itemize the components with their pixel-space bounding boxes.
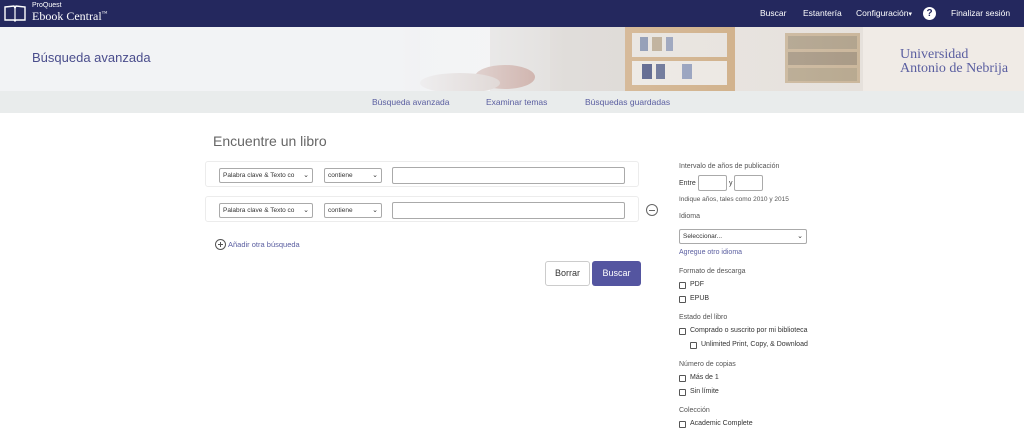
- brand-proquest: ProQuest: [32, 2, 62, 9]
- status-label: Estado del libro: [679, 314, 728, 321]
- copies-unlimited-checkbox[interactable]: [679, 389, 686, 396]
- university-name-line2: Antonio de Nebrija: [900, 61, 1009, 76]
- year-from-input[interactable]: [698, 175, 727, 191]
- chevron-down-icon: ▾: [908, 11, 912, 18]
- add-language-link[interactable]: Agregue otro idioma: [679, 249, 742, 256]
- epub-checkbox[interactable]: [679, 296, 686, 303]
- academic-checkbox[interactable]: [679, 421, 686, 428]
- field-select-value: Palabra clave & Texto co: [223, 172, 295, 179]
- search-term-input[interactable]: [392, 167, 625, 184]
- owned-label: Comprado o suscrito por mi biblioteca: [690, 327, 808, 334]
- operator-select-value: contiene: [328, 172, 353, 179]
- academic-label: Academic Complete: [690, 420, 753, 427]
- remove-row-icon[interactable]: [646, 204, 658, 216]
- book-logo-icon: [4, 5, 26, 22]
- language-label: Idioma: [679, 213, 701, 220]
- add-circle-icon[interactable]: [215, 239, 226, 250]
- chevron-down-icon: ⌄: [372, 172, 378, 179]
- tab-browse-subjects[interactable]: Examinar temas: [486, 97, 547, 107]
- chevron-down-icon: ⌄: [797, 233, 803, 240]
- owned-checkbox[interactable]: [679, 328, 686, 335]
- search-row: Palabra clave & Texto co ⌄ contiene ⌄: [205, 161, 639, 187]
- unlimited-checkbox[interactable]: [690, 342, 697, 349]
- header-banner: [0, 27, 1024, 91]
- add-search-link[interactable]: Añadir otra búsqueda: [228, 240, 300, 249]
- language-select-value: Seleccionar...: [683, 233, 723, 240]
- copies-unlimited-label: Sin límite: [690, 388, 719, 395]
- search-term-input[interactable]: [392, 202, 625, 219]
- page-title: Búsqueda avanzada: [32, 50, 151, 65]
- nav-settings-link[interactable]: Configuración▾: [856, 8, 912, 18]
- field-select-value: Palabra clave & Texto co: [223, 207, 295, 214]
- section-title: Encuentre un libro: [213, 133, 327, 149]
- field-select[interactable]: Palabra clave & Texto co ⌄: [219, 203, 313, 218]
- brand-ebook-central[interactable]: Ebook Central™: [32, 9, 108, 24]
- tab-advanced-search[interactable]: Búsqueda avanzada: [372, 97, 450, 107]
- pdf-checkbox[interactable]: [679, 282, 686, 289]
- university-name: Universidad Antonio de Nebrija: [900, 48, 1008, 76]
- unlimited-label: Unlimited Print, Copy, & Download: [701, 341, 808, 348]
- search-button[interactable]: Buscar: [592, 261, 641, 286]
- years-label: Intervalo de años de publicación: [679, 163, 780, 170]
- library-banner-image: [400, 27, 865, 91]
- nav-search-link[interactable]: Buscar: [760, 8, 786, 18]
- clear-button[interactable]: Borrar: [545, 261, 590, 286]
- format-label: Formato de descarga: [679, 268, 746, 275]
- year-to-input[interactable]: [734, 175, 763, 191]
- university-name-line1: Universidad: [900, 47, 969, 62]
- collection-label: Colección: [679, 407, 710, 414]
- copies-more-checkbox[interactable]: [679, 375, 686, 382]
- chevron-down-icon: ⌄: [303, 172, 309, 179]
- and-label: y: [729, 180, 733, 187]
- copies-more-label: Más de 1: [690, 374, 719, 381]
- help-icon[interactable]: ?: [923, 7, 936, 20]
- pdf-label: PDF: [690, 281, 704, 288]
- nav-shelf-link[interactable]: Estantería: [803, 8, 842, 18]
- copies-label: Número de copias: [679, 361, 736, 368]
- years-hint: Indique años, tales como 2010 y 2015: [679, 196, 789, 203]
- chevron-down-icon: ⌄: [372, 207, 378, 214]
- tab-saved-searches[interactable]: Búsquedas guardadas: [585, 97, 670, 107]
- chevron-down-icon: ⌄: [303, 207, 309, 214]
- field-select[interactable]: Palabra clave & Texto co ⌄: [219, 168, 313, 183]
- language-select[interactable]: Seleccionar... ⌄: [679, 229, 807, 244]
- nav-logout-link[interactable]: Finalizar sesión: [951, 8, 1010, 18]
- operator-select[interactable]: contiene ⌄: [324, 203, 382, 218]
- operator-select-value: contiene: [328, 207, 353, 214]
- operator-select[interactable]: contiene ⌄: [324, 168, 382, 183]
- between-label: Entre: [679, 180, 696, 187]
- epub-label: EPUB: [690, 295, 710, 302]
- top-navigation-bar: ProQuest Ebook Central™ Buscar Estanterí…: [0, 0, 1024, 27]
- search-row: Palabra clave & Texto co ⌄ contiene ⌄: [205, 196, 639, 222]
